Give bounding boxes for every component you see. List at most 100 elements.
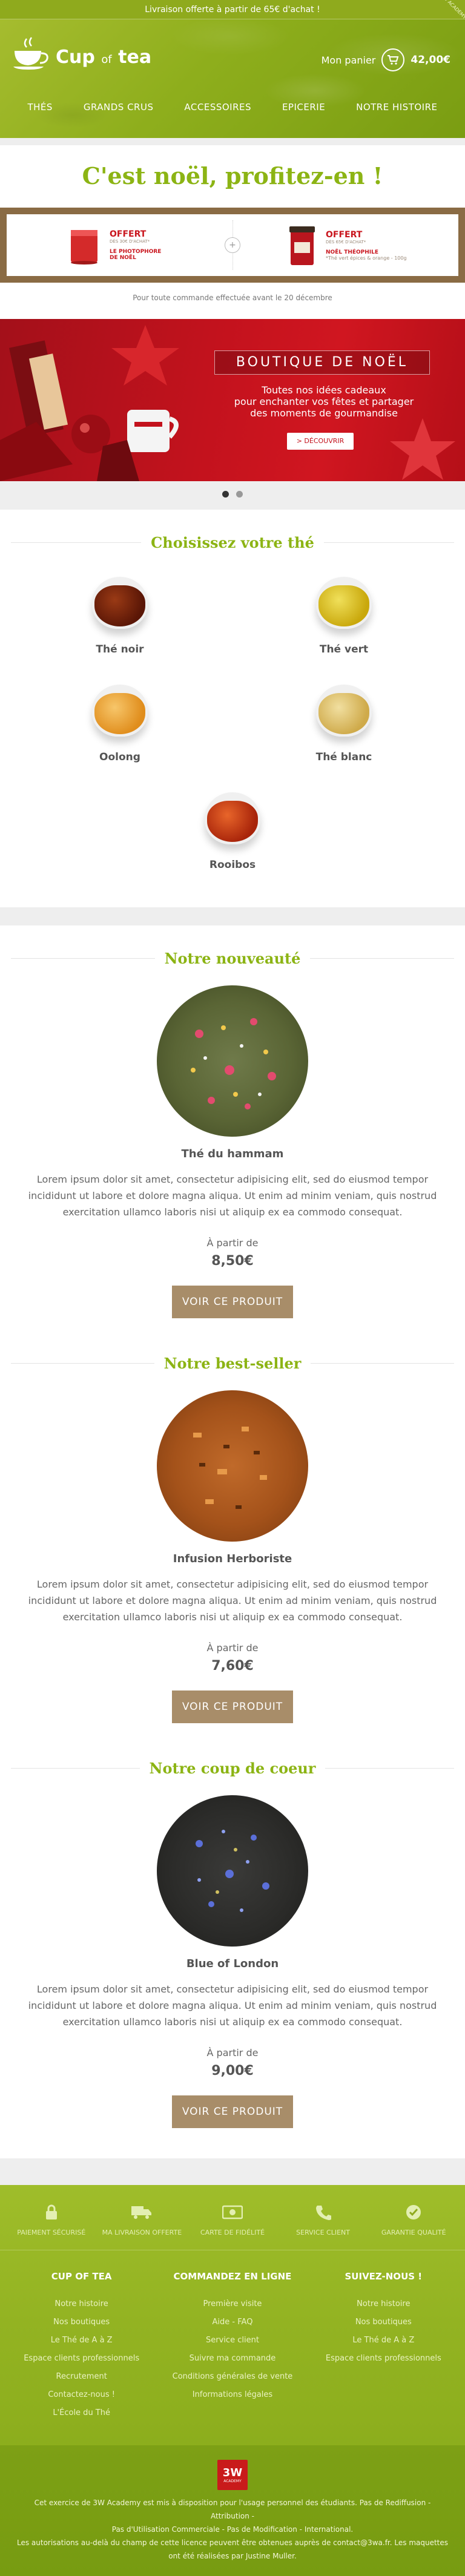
product-description: Lorem ipsum dolor sit amet, consectetur … bbox=[28, 1174, 437, 1218]
offer2-condition: DÈS 65€ D'ACHAT* bbox=[326, 239, 366, 245]
nav-item-notre-histoire[interactable]: NOTRE HISTOIRE bbox=[356, 102, 437, 113]
site-footer: PAIEMENT SÉCURISÉ MA LIVRAISON OFFERTE C… bbox=[0, 2185, 465, 2576]
brand-word-cup: Cup bbox=[56, 47, 95, 68]
tea-oolong[interactable]: Oolong bbox=[71, 672, 168, 763]
tea-green[interactable]: Thé vert bbox=[295, 565, 392, 656]
banner-title: BOUTIQUE DE NOËL bbox=[214, 350, 430, 375]
carousel-dot[interactable] bbox=[236, 491, 243, 498]
feature-label: SERVICE CLIENT bbox=[296, 2229, 350, 2236]
tea-black[interactable]: Thé noir bbox=[71, 565, 168, 656]
feature-secure-payment[interactable]: PAIEMENT SÉCURISÉ bbox=[9, 2202, 94, 2236]
offer-band[interactable]: OFFERT DÈS 30€ D'ACHAT* LE PHOTOPHORE DE… bbox=[0, 208, 465, 283]
footer-link[interactable]: Notre histoire bbox=[311, 2295, 456, 2313]
footer-link[interactable]: Suivre ma commande bbox=[160, 2350, 305, 2368]
nav-item-grands-crus[interactable]: GRANDS CRUS bbox=[84, 102, 154, 113]
footer-col-title: CUP OF TEA bbox=[51, 2271, 112, 2282]
feature-customer-service[interactable]: SERVICE CLIENT bbox=[281, 2202, 366, 2236]
product-heading-title: Notre nouveauté bbox=[164, 950, 301, 967]
cart-label: Mon panier bbox=[321, 54, 376, 66]
promo-title: C'est noël, profitez-en ! bbox=[82, 162, 383, 189]
photophore-image bbox=[71, 230, 97, 264]
footer-link[interactable]: Le Thé de A à Z bbox=[9, 2331, 154, 2350]
brand-logo[interactable]: Cup of tea bbox=[13, 36, 151, 70]
footer-col-title: SUIVEZ-NOUS ! bbox=[345, 2271, 423, 2282]
banner-text-line2: pour enchanter vos fêtes et partager bbox=[234, 396, 414, 407]
brand-word-of: of bbox=[101, 53, 112, 66]
products-section: Notre nouveauté Thé du hammam Lorem ipsu… bbox=[0, 925, 465, 2158]
feature-loyalty-card[interactable]: CARTE DE FIDÉLITÉ bbox=[190, 2202, 275, 2236]
footer-link[interactable]: Nos boutiques bbox=[9, 2313, 154, 2331]
footer-link[interactable]: Nos boutiques bbox=[311, 2313, 456, 2331]
footer-link[interactable]: Aide - FAQ bbox=[160, 2313, 305, 2331]
footer-link[interactable]: Recrutement bbox=[9, 2368, 154, 2386]
nav-item-accessoires[interactable]: ACCESSOIRES bbox=[184, 102, 251, 113]
footer-link[interactable]: Conditions générales de vente bbox=[160, 2368, 305, 2386]
christmas-banner[interactable]: BOUTIQUE DE NOËL Toutes nos idées cadeau… bbox=[0, 319, 465, 481]
tea-label: Rooibos bbox=[209, 859, 256, 871]
shipping-topbar: Livraison offerte à partir de 65€ d'acha… bbox=[0, 0, 465, 20]
view-product-button[interactable]: VOIR CE PRODUIT bbox=[172, 2095, 293, 2128]
tea-rooibos[interactable]: Rooibos bbox=[184, 780, 281, 871]
tea-types-section: Choisissez votre thé Thé noir Thé vert O… bbox=[0, 510, 465, 907]
price-from-label: À partir de bbox=[206, 1642, 259, 1654]
product-price: 8,50€ bbox=[211, 1254, 254, 1269]
cart-icon[interactable] bbox=[381, 48, 405, 71]
tea-cup-icon bbox=[196, 780, 269, 853]
academy-logo-sub: ACADEMY bbox=[223, 2479, 242, 2483]
product-description: Lorem ipsum dolor sit amet, consectetur … bbox=[28, 1579, 437, 1623]
truck-icon bbox=[99, 2202, 184, 2223]
footer-link[interactable]: Notre histoire bbox=[9, 2295, 154, 2313]
product-image[interactable] bbox=[157, 985, 308, 1137]
main-nav: THÉS GRANDS CRUS ACCESSOIRES EPICERIE NO… bbox=[0, 102, 465, 113]
tea-white[interactable]: Thé blanc bbox=[295, 672, 392, 763]
carousel-dot-active[interactable] bbox=[222, 491, 229, 498]
price-from-label: À partir de bbox=[206, 2047, 259, 2058]
banner-text: Toutes nos idées cadeaux pour enchanter … bbox=[218, 384, 430, 419]
banner-text-line3: des moments de gourmandise bbox=[250, 407, 398, 419]
star-ornament-icon bbox=[390, 418, 455, 480]
footer-link[interactable]: Informations légales bbox=[160, 2386, 305, 2404]
product-image[interactable] bbox=[157, 1795, 308, 1947]
copyright-block: 3W ACADEMY Cet exercice de 3W Academy es… bbox=[0, 2445, 465, 2576]
offer-photophore: OFFERT DÈS 30€ D'ACHAT* LE PHOTOPHORE DE… bbox=[7, 214, 239, 276]
footer-link[interactable]: Première visite bbox=[160, 2295, 305, 2313]
offer-note: Pour toute commande effectuée avant le 2… bbox=[133, 294, 332, 302]
nav-item-thes[interactable]: THÉS bbox=[27, 102, 52, 113]
price-from-label: À partir de bbox=[206, 1237, 259, 1249]
product-name[interactable]: Thé du hammam bbox=[0, 1148, 465, 1160]
academy-logo[interactable]: 3W ACADEMY bbox=[217, 2460, 248, 2490]
features-bar: PAIEMENT SÉCURISÉ MA LIVRAISON OFFERTE C… bbox=[0, 2185, 465, 2250]
footer-col-follow-us: SUIVEZ-NOUS ! Notre histoire Nos boutiqu… bbox=[311, 2271, 456, 2422]
tea-label: Oolong bbox=[99, 751, 140, 763]
cart-widget[interactable]: Mon panier 42,00€ bbox=[322, 48, 450, 71]
nav-item-epicerie[interactable]: EPICERIE bbox=[282, 102, 325, 113]
carousel-dots bbox=[0, 481, 465, 510]
footer-link[interactable]: Le Thé de A à Z bbox=[311, 2331, 456, 2350]
product-heading-title: Notre best-seller bbox=[163, 1355, 302, 1372]
check-badge-icon bbox=[371, 2202, 456, 2223]
footer-columns: CUP OF TEA Notre histoire Nos boutiques … bbox=[0, 2250, 465, 2445]
footer-link[interactable]: Espace clients professionnels bbox=[9, 2350, 154, 2368]
view-product-button[interactable]: VOIR CE PRODUIT bbox=[172, 1690, 293, 1723]
christmas-gifts-image bbox=[0, 325, 179, 481]
feature-free-shipping[interactable]: MA LIVRAISON OFFERTE bbox=[99, 2202, 184, 2236]
offer1-name-line2: DE NOËL bbox=[110, 255, 136, 261]
product-name[interactable]: Blue of London bbox=[0, 1957, 465, 1970]
product-new: Notre nouveauté Thé du hammam Lorem ipsu… bbox=[0, 950, 465, 1330]
product-name[interactable]: Infusion Herboriste bbox=[0, 1552, 465, 1565]
footer-link[interactable]: Service client bbox=[160, 2331, 305, 2350]
footer-link[interactable]: Contactez-nous ! bbox=[9, 2386, 154, 2404]
feature-quality-guarantee[interactable]: GARANTIE QUALITÉ bbox=[371, 2202, 456, 2236]
site-header: Livraison offerte à partir de 65€ d'acha… bbox=[0, 0, 465, 138]
tea-cup-icon bbox=[308, 565, 380, 637]
view-product-button[interactable]: VOIR CE PRODUIT bbox=[172, 1286, 293, 1318]
offer1-name-line1: LE PHOTOPHORE bbox=[110, 249, 162, 255]
offer1-condition: DÈS 30€ D'ACHAT* bbox=[110, 239, 150, 244]
product-image[interactable] bbox=[157, 1390, 308, 1542]
footer-link[interactable]: L'École du Thé bbox=[9, 2404, 154, 2422]
academy-logo-main: 3W bbox=[222, 2466, 243, 2479]
discover-button[interactable]: > DÉCOUVRIR bbox=[287, 433, 354, 450]
footer-col-title: COMMANDEZ EN LIGNE bbox=[173, 2271, 292, 2282]
product-best-seller: Notre best-seller Infusion Herboriste Lo… bbox=[0, 1330, 465, 1735]
footer-link[interactable]: Espace clients professionnels bbox=[311, 2350, 456, 2368]
